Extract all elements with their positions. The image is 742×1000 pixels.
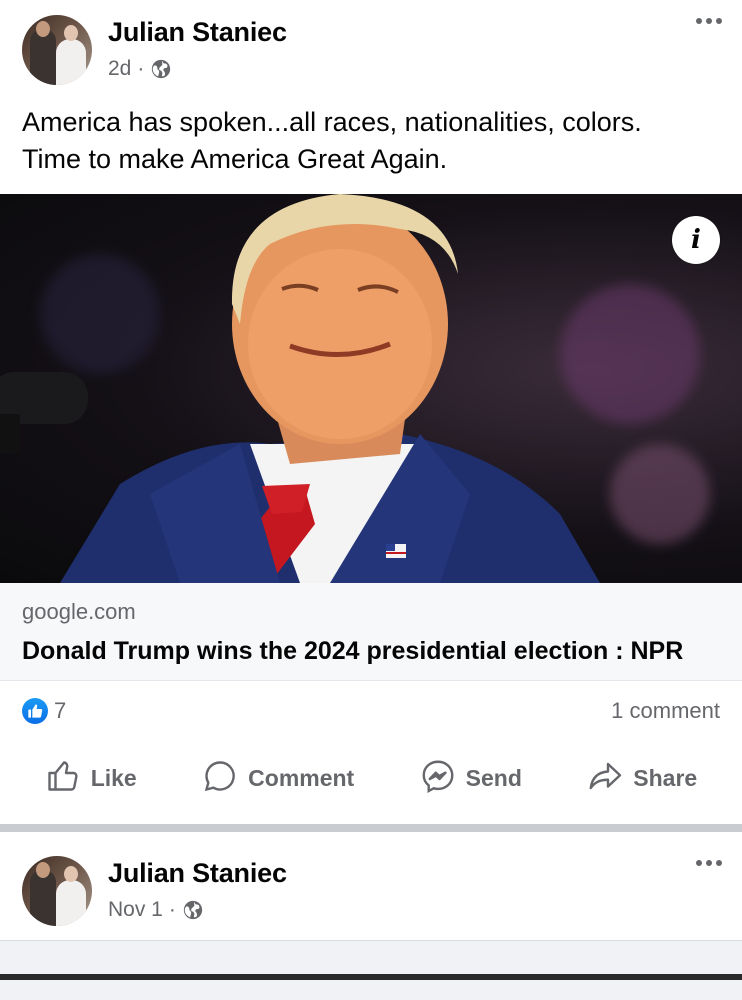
globe-icon — [150, 58, 172, 80]
author-name[interactable]: Julian Staniec — [108, 17, 287, 48]
post-meta: 2d · — [108, 57, 172, 81]
share-icon — [587, 758, 623, 800]
send-button[interactable]: Send — [420, 758, 522, 800]
post-text-line-2: Time to make America Great Again. — [22, 144, 448, 174]
post-time[interactable]: 2d — [108, 57, 131, 81]
meta-separator: · — [137, 57, 145, 80]
link-title[interactable]: Donald Trump wins the 2024 presidential … — [22, 637, 720, 666]
info-icon[interactable]: i — [672, 216, 720, 264]
avatar[interactable] — [22, 15, 92, 85]
content-placeholder — [0, 940, 742, 975]
comment-icon — [202, 758, 238, 800]
globe-icon — [182, 899, 204, 921]
like-count: 7 — [54, 698, 67, 723]
post-card: Julian Staniec 2d · America has spoken..… — [0, 0, 742, 816]
avatar[interactable] — [22, 856, 92, 926]
like-button[interactable]: Like — [45, 758, 137, 800]
send-label: Send — [465, 765, 522, 791]
post-meta: Nov 1 · — [108, 898, 204, 922]
share-button[interactable]: Share — [587, 758, 697, 800]
comment-button[interactable]: Comment — [202, 758, 354, 800]
more-options-icon[interactable] — [696, 860, 722, 866]
post-text: America has spoken...all races, national… — [0, 104, 742, 194]
reaction-summary[interactable]: 7 — [22, 698, 66, 724]
post-time[interactable]: Nov 1 — [108, 898, 163, 922]
comment-label: Comment — [248, 765, 355, 791]
post-divider — [0, 824, 742, 832]
comments-count[interactable]: 1 comment — [611, 698, 720, 724]
link-preview-image[interactable]: i — [0, 194, 742, 583]
link-domain: google.com — [22, 599, 136, 624]
bottom-background — [0, 980, 742, 1000]
post-actions: Like Comment Send Share — [0, 741, 742, 816]
post-header: Julian Staniec 2d · — [0, 0, 742, 100]
post-text-line-1: America has spoken...all races, national… — [22, 107, 642, 137]
link-preview-box[interactable]: google.com Donald Trump wins the 2024 pr… — [0, 583, 742, 681]
meta-separator: · — [168, 898, 176, 921]
like-label: Like — [90, 765, 137, 791]
post-card-2: Julian Staniec Nov 1 · — [0, 832, 742, 948]
author-name[interactable]: Julian Staniec — [108, 858, 287, 889]
more-options-icon[interactable] — [696, 18, 722, 24]
messenger-icon — [420, 758, 456, 800]
portrait-illustration — [0, 194, 600, 583]
like-badge-icon — [22, 698, 48, 724]
reactions-bar: 7 1 comment — [0, 681, 742, 741]
share-label: Share — [633, 765, 698, 791]
thumbs-up-icon — [45, 758, 81, 800]
